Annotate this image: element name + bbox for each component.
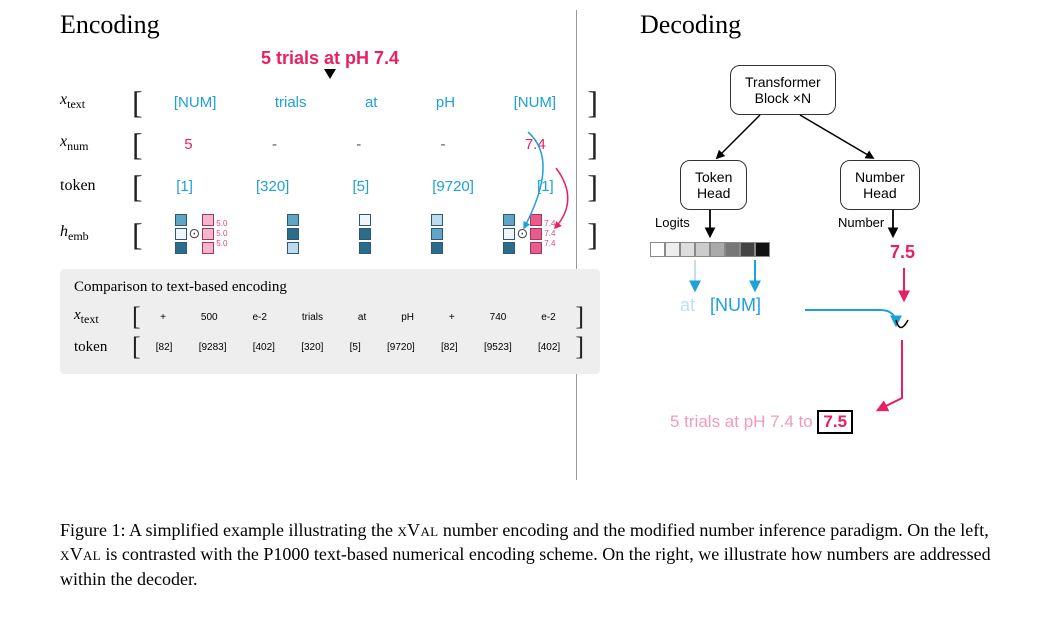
- hadamard-icon: ⊙: [517, 226, 529, 243]
- decoding-panel: Decoding Transformer Block ×N Token Head…: [600, 10, 996, 510]
- figure-body: Encoding 5 trials at pH 7.4 xtext [ [NUM…: [0, 0, 1056, 510]
- comparison-row-xtext: xtext [ +500e-2trialsatpH+740e-2 ]: [74, 302, 586, 332]
- token-cell: [5]: [352, 178, 369, 195]
- cmp-xtext-cell: e-2: [541, 312, 555, 323]
- scalar-vector-icon: [202, 213, 214, 255]
- token-vector-icon: [503, 213, 515, 255]
- open-bracket: [: [130, 84, 145, 121]
- close-bracket: ]: [585, 84, 600, 121]
- token-cell: [1]: [176, 178, 193, 195]
- token-vector-icon: [359, 213, 371, 255]
- cmp-token-cell: [9523]: [484, 342, 512, 353]
- row-label-hemb: hemb: [60, 223, 130, 244]
- cmp-token-cell: [402]: [253, 342, 275, 353]
- cmp-xtext-cell: +: [160, 312, 166, 323]
- comparison-box: Comparison to text-based encoding xtext …: [60, 269, 600, 374]
- xval-name: xVal: [60, 544, 101, 564]
- row-label-xnum: xnum: [60, 133, 130, 154]
- row-label-token: token: [60, 177, 130, 195]
- xnum-cells: 5 - - - 7.4: [145, 136, 586, 153]
- token-cell: [1]: [537, 178, 554, 195]
- row-xnum: xnum [ 5 - - - 7.4 ]: [60, 125, 600, 163]
- cmp-xtext-cell: 500: [201, 312, 218, 323]
- token-head-node: Token Head: [680, 160, 747, 210]
- figure-caption: Figure 1: A simplified example illustrat…: [0, 510, 1056, 591]
- encoding-heading: Encoding: [60, 10, 600, 40]
- emb-cells: ⊙ 5.0 5.0 5.0 ⊙ 7.4: [145, 213, 586, 255]
- token-cell: [320]: [256, 178, 289, 195]
- row-hemb: hemb [ ⊙ 5.0 5.0 5.0 ⊙: [60, 209, 600, 259]
- logits-strip: [650, 242, 770, 257]
- comparison-title: Comparison to text-based encoding: [74, 279, 586, 296]
- decoded-word-at: at: [680, 295, 695, 316]
- encoding-panel: Encoding 5 trials at pH 7.4 xtext [ [NUM…: [60, 10, 600, 510]
- scalar-vector-icon: [530, 213, 542, 255]
- final-output: 5 trials at pH 7.4 to 7.5: [670, 410, 853, 434]
- cmp-xtext-cell: +: [449, 312, 455, 323]
- token-cells: [1] [320] [5] [9720] [1]: [145, 178, 586, 195]
- cmp-xtext-cell: pH: [401, 312, 414, 323]
- xtext-cell: [NUM]: [174, 94, 217, 111]
- cmp-token-cell: [9720]: [387, 342, 415, 353]
- xnum-cell: -: [441, 136, 446, 153]
- hadamard-icon: ⊙: [189, 226, 201, 243]
- emb-cell: [359, 213, 371, 255]
- xnum-cell: -: [272, 136, 277, 153]
- emb-cell: [287, 213, 299, 255]
- token-vector-icon: [431, 213, 443, 255]
- xtext-cell: pH: [436, 94, 455, 111]
- encoding-headline: 5 trials at pH 7.4: [60, 48, 600, 69]
- xval-name: xVal: [397, 520, 438, 540]
- predicted-number: 7.5: [890, 242, 915, 263]
- cmp-xtext-cell: 740: [490, 312, 507, 323]
- token-cell: [9720]: [432, 178, 474, 195]
- final-output-box: 7.5: [817, 410, 853, 434]
- token-vector-icon: [287, 213, 299, 255]
- cmp-token-cell: [9283]: [199, 342, 227, 353]
- row-label-xtext: xtext: [60, 91, 130, 112]
- row-xtext: xtext [ [NUM] trials at pH [NUM] ]: [60, 83, 600, 121]
- number-label: Number: [838, 215, 884, 230]
- xnum-cell: -: [356, 136, 361, 153]
- token-vector-icon: [175, 213, 187, 255]
- cmp-token-cell: [5]: [350, 342, 361, 353]
- cmp-token-cell: [82]: [156, 342, 173, 353]
- row-token: token [ [1] [320] [5] [9720] [1] ]: [60, 167, 600, 205]
- emb-cell: [431, 213, 443, 255]
- cmp-token-cell: [320]: [301, 342, 323, 353]
- decoded-word-num: [NUM]: [710, 295, 761, 316]
- cmp-xtext-cell: trials: [302, 312, 323, 323]
- cmp-token-cell: [82]: [441, 342, 458, 353]
- comparison-row-token: token [ [82][9283][402][320][5][9720][82…: [74, 332, 586, 362]
- transformer-block-node: Transformer Block ×N: [730, 65, 836, 115]
- number-head-node: Number Head: [840, 160, 920, 210]
- xnum-cell: 7.4: [525, 136, 546, 153]
- cmp-xtext-cell: e-2: [253, 312, 267, 323]
- xtext-cell: [NUM]: [514, 94, 557, 111]
- xtext-cells: [NUM] trials at pH [NUM]: [145, 94, 586, 111]
- xnum-cell: 5: [184, 136, 192, 153]
- xtext-cell: trials: [275, 94, 307, 111]
- arrow-down-icon: [324, 69, 336, 79]
- decoding-heading: Decoding: [640, 10, 996, 40]
- cmp-token-cell: [402]: [538, 342, 560, 353]
- emb-cell: ⊙ 5.0 5.0 5.0: [175, 213, 228, 255]
- emb-tiny-labels: 7.4 7.4 7.4: [544, 219, 555, 249]
- emb-cell: ⊙ 7.4 7.4 7.4: [503, 213, 556, 255]
- cmp-xtext-cell: at: [358, 312, 366, 323]
- logits-label: Logits: [655, 215, 690, 230]
- emb-tiny-labels: 5.0 5.0 5.0: [216, 219, 227, 249]
- xtext-cell: at: [365, 94, 378, 111]
